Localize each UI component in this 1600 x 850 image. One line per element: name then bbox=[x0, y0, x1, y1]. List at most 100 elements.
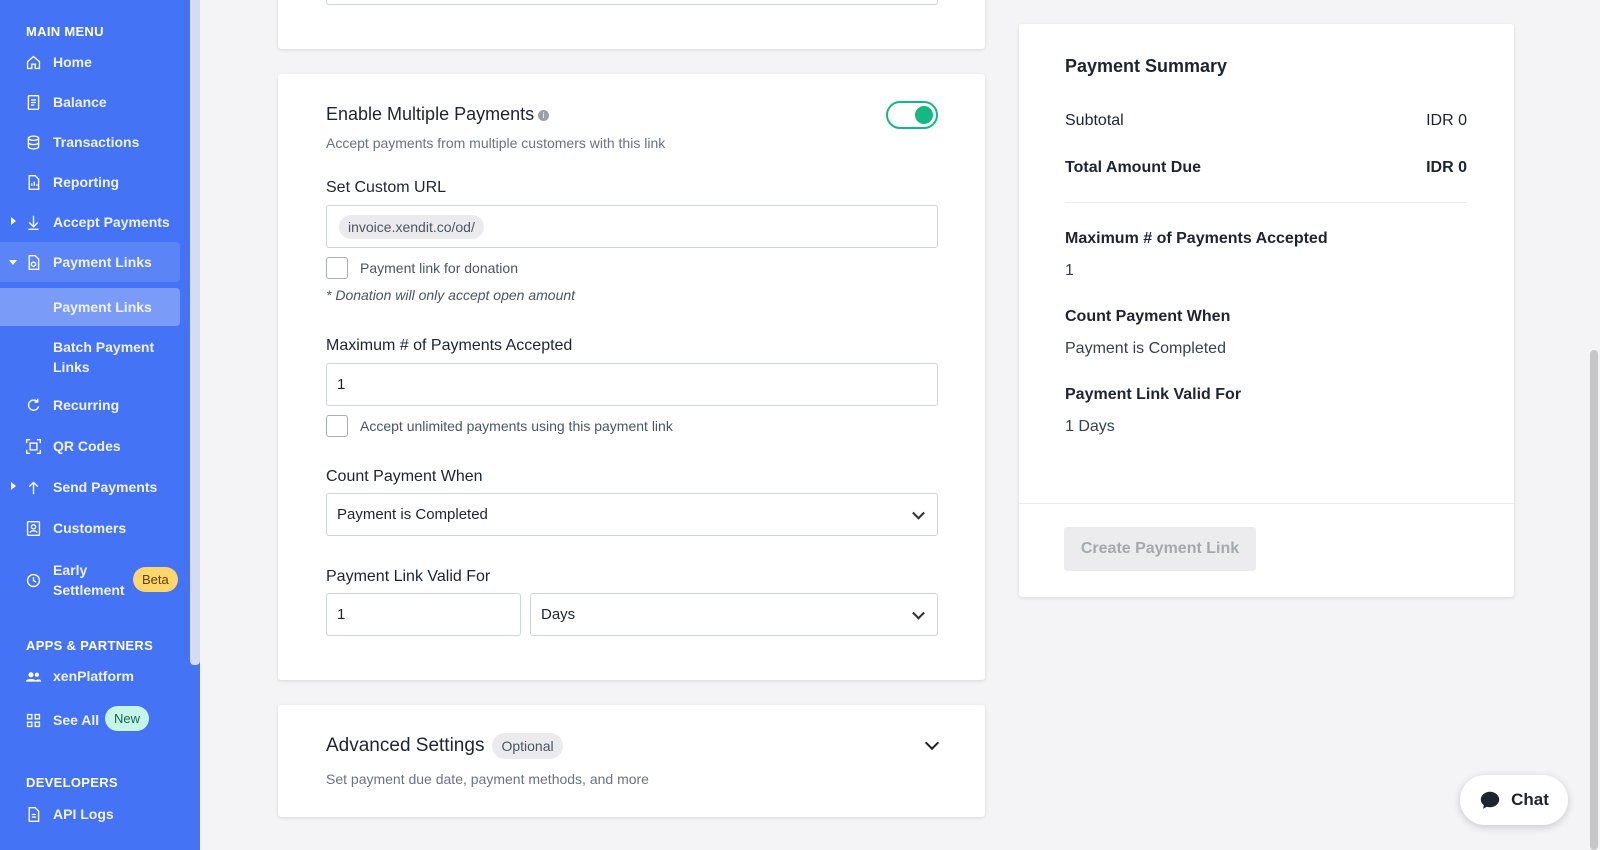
main-menu-title: MAIN MENU bbox=[26, 24, 104, 39]
sidebar-subitem-batch-payment-links[interactable]: Batch Payment Links bbox=[0, 337, 180, 377]
sidebar-item-label: API Logs bbox=[53, 806, 114, 822]
summary-max-label: Maximum # of Payments Accepted bbox=[1065, 230, 1328, 247]
home-icon bbox=[24, 53, 42, 71]
sidebar-item-transactions[interactable]: Transactions bbox=[0, 122, 180, 162]
unlimited-payments-checkbox[interactable] bbox=[326, 415, 348, 437]
api-logs-icon bbox=[24, 805, 42, 823]
chat-label: Chat bbox=[1511, 790, 1549, 809]
summary-footer-divider bbox=[1019, 503, 1514, 504]
sidebar-item-api-logs[interactable]: API Logs bbox=[0, 794, 180, 834]
sidebar-item-label: Home bbox=[53, 54, 92, 70]
info-icon[interactable]: i bbox=[538, 109, 550, 121]
count-payment-select[interactable]: Payment is Completed bbox=[326, 493, 938, 536]
advanced-settings-title-text: Advanced Settings bbox=[326, 735, 485, 757]
sidebar-item-label: Reporting bbox=[53, 174, 120, 190]
apps-partners-title: APPS & PARTNERS bbox=[26, 638, 154, 653]
developers-title: DEVELOPERS bbox=[26, 775, 118, 790]
sidebar-item-customers[interactable]: Customers bbox=[0, 508, 180, 548]
collapse-caret-icon[interactable] bbox=[9, 260, 17, 265]
sidebar-item-xenplatform[interactable]: xenPlatform bbox=[0, 656, 180, 696]
recurring-icon bbox=[24, 396, 42, 414]
send-payments-icon bbox=[24, 478, 42, 496]
donation-checkbox[interactable] bbox=[326, 257, 348, 279]
sidebar-item-balance[interactable]: Balance bbox=[0, 82, 180, 122]
sidebar-item-label: QR Codes bbox=[53, 438, 121, 454]
max-payments-label: Maximum # of Payments Accepted bbox=[326, 337, 573, 354]
transactions-icon bbox=[24, 133, 42, 151]
subtotal-label: Subtotal bbox=[1065, 112, 1124, 129]
sidebar-item-recurring[interactable]: Recurring bbox=[0, 385, 180, 425]
multiple-payments-title: Enable Multiple Payments i bbox=[326, 104, 550, 125]
early-settlement-icon bbox=[24, 571, 42, 589]
chat-button[interactable]: Chat bbox=[1460, 775, 1568, 825]
summary-count-label: Count Payment When bbox=[1065, 308, 1231, 325]
beta-badge: Beta bbox=[133, 567, 178, 592]
count-payment-label: Count Payment When bbox=[326, 468, 483, 485]
valid-for-unit: Days bbox=[541, 606, 576, 623]
sidebar-item-label: xenPlatform bbox=[53, 668, 134, 684]
sidebar-item-label: Payment Links bbox=[53, 254, 152, 270]
sidebar: MAIN MENU Home Balance Transactions Repo… bbox=[0, 0, 200, 850]
payment-links-icon bbox=[24, 253, 42, 271]
donation-note: * Donation will only accept open amount bbox=[326, 287, 576, 303]
sidebar-item-qr-codes[interactable]: QR Codes bbox=[0, 426, 180, 466]
total-amount-value: IDR 0 bbox=[1426, 159, 1467, 176]
advanced-settings-description: Set payment due date, payment methods, a… bbox=[326, 771, 649, 787]
valid-for-label: Payment Link Valid For bbox=[326, 568, 491, 585]
sidebar-item-label: See All bbox=[53, 712, 100, 728]
advanced-settings-card[interactable] bbox=[278, 705, 985, 817]
payment-summary-title: Payment Summary bbox=[1065, 56, 1228, 76]
sidebar-item-label: Recurring bbox=[53, 397, 120, 413]
sidebar-item-send-payments[interactable]: Send Payments bbox=[0, 467, 180, 507]
sidebar-item-early-settlement[interactable]: Early Settlement Beta bbox=[0, 558, 180, 602]
toggle-knob bbox=[915, 106, 933, 124]
new-badge: New bbox=[105, 706, 150, 731]
balance-icon bbox=[24, 93, 42, 111]
create-payment-link-button[interactable]: Create Payment Link bbox=[1064, 527, 1256, 571]
sidebar-subitem-payment-links[interactable]: Payment Links bbox=[0, 288, 180, 326]
multiple-payments-description: Accept payments from multiple customers … bbox=[326, 135, 666, 151]
chevron-down-icon bbox=[912, 506, 925, 520]
users-icon bbox=[24, 667, 42, 685]
sidebar-item-accept-payments[interactable]: Accept Payments bbox=[0, 202, 180, 242]
total-amount-label: Total Amount Due bbox=[1065, 159, 1201, 176]
valid-for-input[interactable]: 1 bbox=[326, 593, 521, 636]
summary-count-value: Payment is Completed bbox=[1065, 340, 1226, 357]
sidebar-item-label: Accept Payments bbox=[53, 214, 170, 230]
advanced-settings-title: Advanced Settings Optional bbox=[326, 733, 563, 759]
sidebar-item-payment-links[interactable]: Payment Links bbox=[0, 242, 180, 282]
sidebar-item-reporting[interactable]: Reporting bbox=[0, 162, 180, 202]
sidebar-subitem-label: Batch Payment Links bbox=[53, 339, 155, 375]
url-prefix: invoice.xendit.co/od/ bbox=[339, 214, 484, 239]
sidebar-item-home[interactable]: Home bbox=[0, 42, 180, 82]
summary-divider bbox=[1065, 202, 1467, 203]
multiple-payments-title-text: Enable Multiple Payments bbox=[326, 104, 535, 124]
sidebar-subitem-label: Payment Links bbox=[53, 299, 152, 315]
qr-code-icon bbox=[24, 437, 42, 455]
custom-url-label: Set Custom URL bbox=[326, 179, 447, 196]
sidebar-item-label: Send Payments bbox=[53, 479, 158, 495]
sidebar-item-label: Customers bbox=[53, 520, 127, 536]
expand-caret-icon[interactable] bbox=[11, 217, 16, 225]
max-payments-value: 1 bbox=[337, 376, 346, 393]
unlimited-payments-label: Accept unlimited payments using this pay… bbox=[360, 418, 673, 434]
custom-url-input[interactable]: invoice.xendit.co/od/ bbox=[326, 205, 938, 248]
page-scrollbar[interactable] bbox=[1590, 350, 1598, 850]
multiple-payments-toggle[interactable] bbox=[886, 101, 938, 129]
previous-section-card bbox=[278, 0, 985, 49]
summary-max-value: 1 bbox=[1065, 262, 1074, 279]
count-payment-selected: Payment is Completed bbox=[337, 506, 488, 523]
donation-checkbox-label: Payment link for donation bbox=[360, 260, 518, 276]
accept-payments-icon bbox=[24, 213, 42, 231]
expand-caret-icon[interactable] bbox=[11, 482, 16, 490]
max-payments-input[interactable]: 1 bbox=[326, 363, 938, 406]
sidebar-item-label: Transactions bbox=[53, 134, 140, 150]
subtotal-value: IDR 0 bbox=[1426, 112, 1467, 129]
sidebar-scrollbar[interactable] bbox=[190, 0, 200, 665]
sidebar-item-label: Balance bbox=[53, 94, 107, 110]
customers-icon bbox=[24, 519, 42, 537]
reporting-icon bbox=[24, 173, 42, 191]
sidebar-item-see-all[interactable]: See All New bbox=[0, 700, 180, 740]
valid-for-unit-select[interactable]: Days bbox=[530, 593, 938, 636]
previous-input[interactable] bbox=[326, 0, 938, 5]
